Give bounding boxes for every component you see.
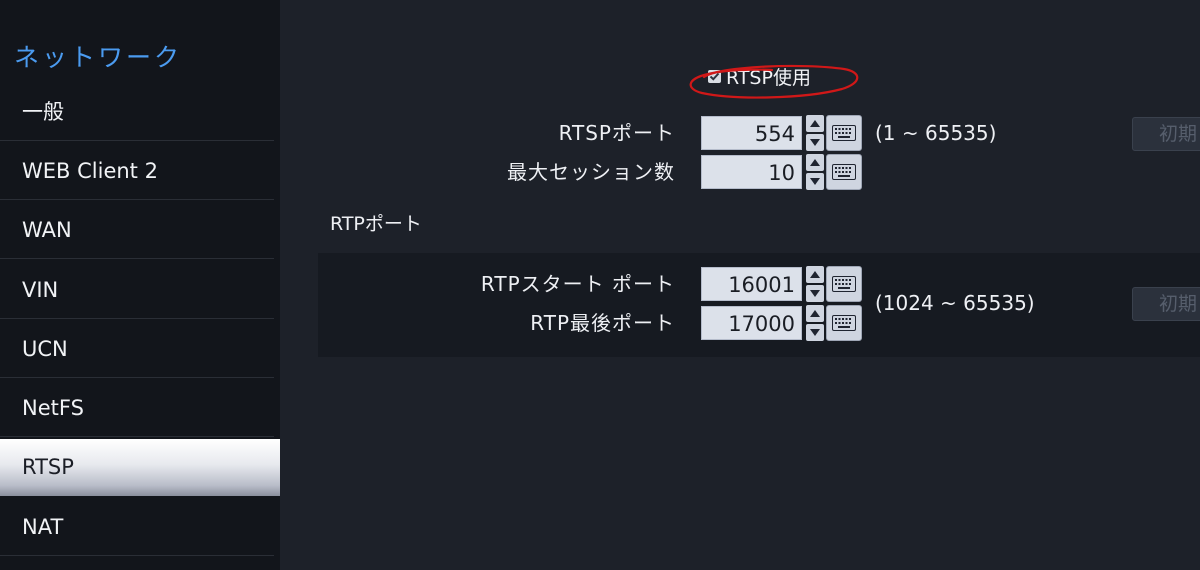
rtp-reset-button[interactable]: 初期 (1132, 287, 1200, 321)
sidebar-item-web-client-2[interactable]: WEB Client 2 (0, 143, 274, 200)
keyboard-icon[interactable] (826, 305, 862, 341)
sidebar-item-netfs[interactable]: NetFS (0, 380, 274, 437)
rtsp-port-stepper[interactable] (806, 115, 824, 151)
sidebar-item-rtsp[interactable]: RTSP (0, 439, 280, 496)
rtsp-port-range: (1 ~ 65535) (875, 121, 997, 145)
keyboard-icon[interactable] (826, 154, 862, 190)
keyboard-icon[interactable] (826, 266, 862, 302)
max-sessions-label: 最大セッション数 (507, 160, 675, 184)
rtsp-reset-button[interactable]: 初期 (1132, 117, 1200, 151)
up-arrow-icon[interactable] (806, 266, 824, 283)
rtsp-port-input[interactable]: 554 (701, 116, 802, 150)
max-sessions-stepper[interactable] (806, 154, 824, 190)
rtp-port-range: (1024 ~ 65535) (875, 291, 1035, 315)
up-arrow-icon[interactable] (806, 154, 824, 171)
sidebar-item-nat[interactable]: NAT (0, 499, 274, 556)
rtp-start-port-input[interactable]: 16001 (701, 267, 802, 301)
rtp-start-port-stepper[interactable] (806, 266, 824, 302)
rtsp-enable-checkbox[interactable]: RTSP使用 (708, 62, 811, 90)
sidebar-item-general[interactable]: 一般 (0, 84, 274, 141)
down-arrow-icon[interactable] (806, 285, 824, 302)
rtp-end-port-input[interactable]: 17000 (701, 306, 802, 340)
up-arrow-icon[interactable] (806, 115, 824, 132)
max-sessions-input[interactable]: 10 (701, 155, 802, 189)
main-panel: RTSP使用 RTSPポート 554 (1 ~ 65535) 初期 最大セッショ… (280, 0, 1200, 570)
sidebar-item-ucn[interactable]: UCN (0, 321, 274, 378)
up-arrow-icon[interactable] (806, 305, 824, 322)
checkbox-box[interactable] (708, 69, 721, 83)
down-arrow-icon[interactable] (806, 173, 824, 190)
rtp-start-port-label: RTPスタート ポート (480, 272, 675, 296)
rtp-end-port-label: RTP最後ポート (530, 311, 675, 335)
rtsp-enable-label: RTSP使用 (726, 66, 811, 89)
down-arrow-icon[interactable] (806, 134, 824, 151)
rtp-section-title: RTPポート (330, 213, 422, 235)
rtp-end-port-stepper[interactable] (806, 305, 824, 341)
sidebar-title: ネットワーク (14, 43, 183, 72)
sidebar-item-wan[interactable]: WAN (0, 202, 274, 259)
sidebar-item-vin[interactable]: VIN (0, 262, 274, 319)
checkmark-icon (709, 72, 720, 81)
sidebar: ネットワーク 一般 WEB Client 2 WAN VIN UCN NetFS… (0, 0, 280, 570)
keyboard-icon[interactable] (826, 115, 862, 151)
rtsp-port-label: RTSPポート (558, 121, 675, 145)
down-arrow-icon[interactable] (806, 324, 824, 341)
